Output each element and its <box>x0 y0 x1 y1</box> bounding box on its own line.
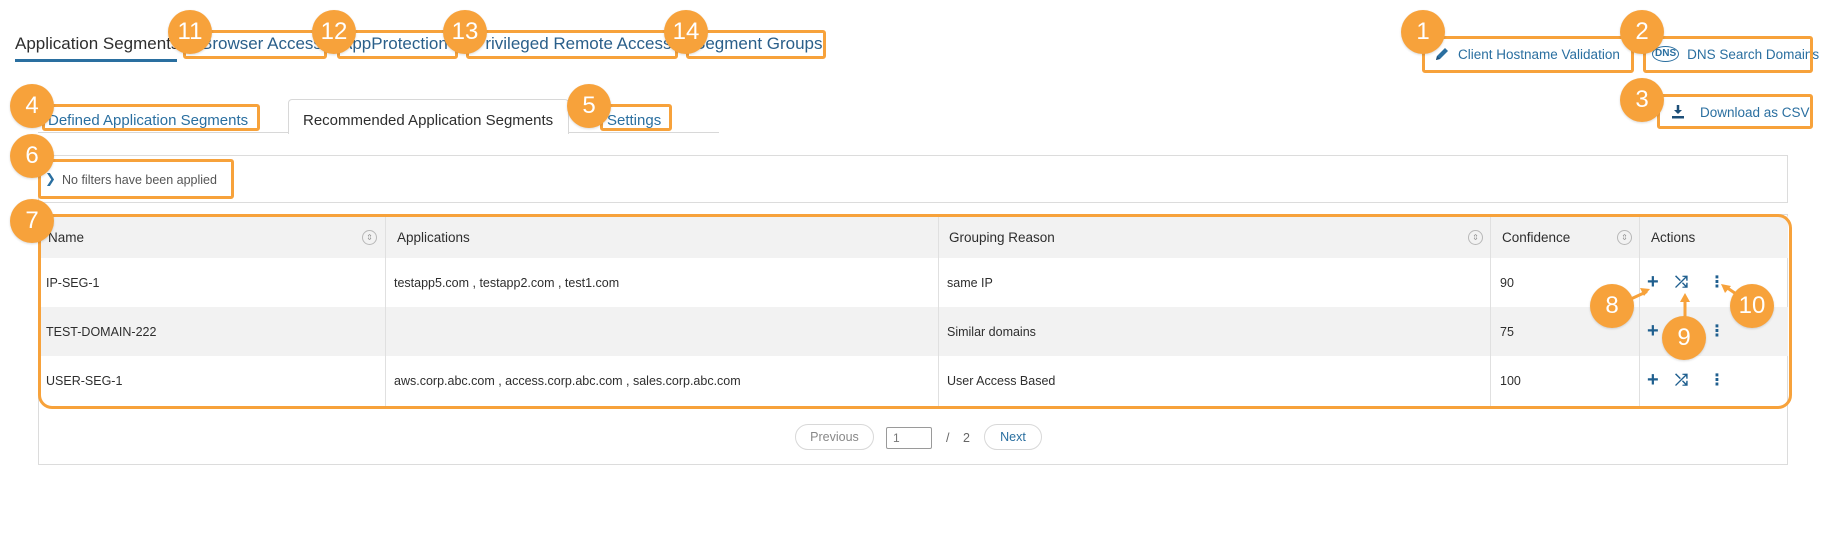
callout-badge: 12 <box>312 10 356 54</box>
callout-badge: 13 <box>443 10 487 54</box>
callout-badge: 8 <box>1590 284 1634 328</box>
callout-arrows <box>1631 284 1744 326</box>
callout-badge: 5 <box>567 84 611 128</box>
callout-badge: 9 <box>1662 316 1706 360</box>
callout-badge: 3 <box>1620 78 1664 122</box>
callout-badge: 2 <box>1620 10 1664 54</box>
callout-badge: 7 <box>10 199 54 243</box>
callout-badge: 14 <box>664 10 708 54</box>
callout-badge: 11 <box>168 10 212 54</box>
callout-badge: 6 <box>10 134 54 178</box>
callout-badge: 10 <box>1730 284 1774 328</box>
callout-badge: 4 <box>10 84 54 128</box>
callout-badge: 1 <box>1401 10 1445 54</box>
